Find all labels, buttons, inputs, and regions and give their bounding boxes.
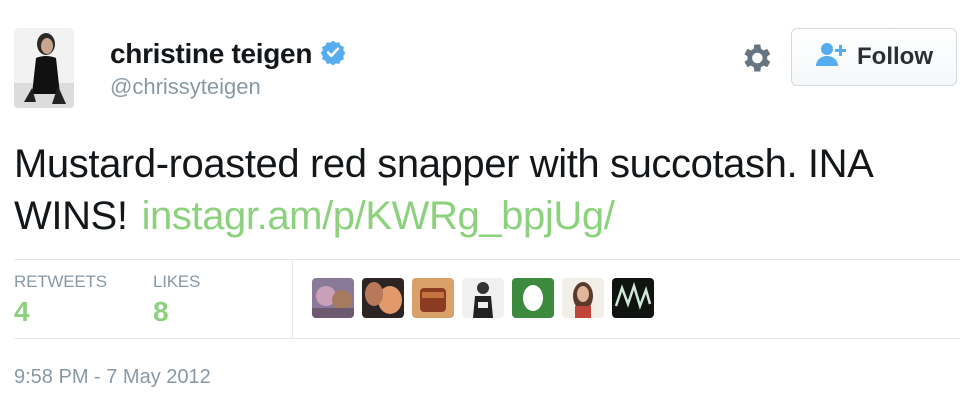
liker-avatars (312, 278, 654, 318)
likes-count[interactable]: 8 (153, 296, 169, 328)
liker-avatar-5[interactable] (512, 278, 554, 318)
retweets-count[interactable]: 4 (14, 296, 30, 328)
author-handle[interactable]: @chrissyteigen (110, 74, 261, 100)
likes-label[interactable]: LIKES (153, 272, 200, 292)
stats-bottom-divider (14, 338, 960, 339)
verified-badge-icon (320, 39, 346, 70)
author-name-row: christine teigen (110, 38, 346, 70)
stats-vertical-divider (292, 260, 293, 338)
add-user-icon (815, 41, 847, 74)
liker-avatar-6[interactable] (562, 278, 604, 318)
stats-top-divider (14, 259, 960, 260)
profile-avatar[interactable] (14, 28, 74, 108)
author-name[interactable]: christine teigen (110, 38, 312, 70)
liker-avatar-3[interactable] (412, 278, 454, 318)
gear-icon[interactable] (738, 40, 774, 76)
follow-button[interactable]: Follow (791, 28, 957, 86)
liker-avatar-1[interactable] (312, 278, 354, 318)
follow-button-label: Follow (857, 43, 933, 70)
retweets-label[interactable]: RETWEETS (14, 272, 107, 292)
liker-avatar-7[interactable] (612, 278, 654, 318)
tweet-text: Mustard-roasted red snapper with succota… (14, 138, 964, 242)
tweet-timestamp[interactable]: 9:58 PM - 7 May 2012 (14, 366, 211, 389)
tweet-link[interactable]: instagr.am/p/KWRg_bpjUg/ (142, 194, 615, 238)
liker-avatar-2[interactable] (362, 278, 404, 318)
liker-avatar-4[interactable] (462, 278, 504, 318)
